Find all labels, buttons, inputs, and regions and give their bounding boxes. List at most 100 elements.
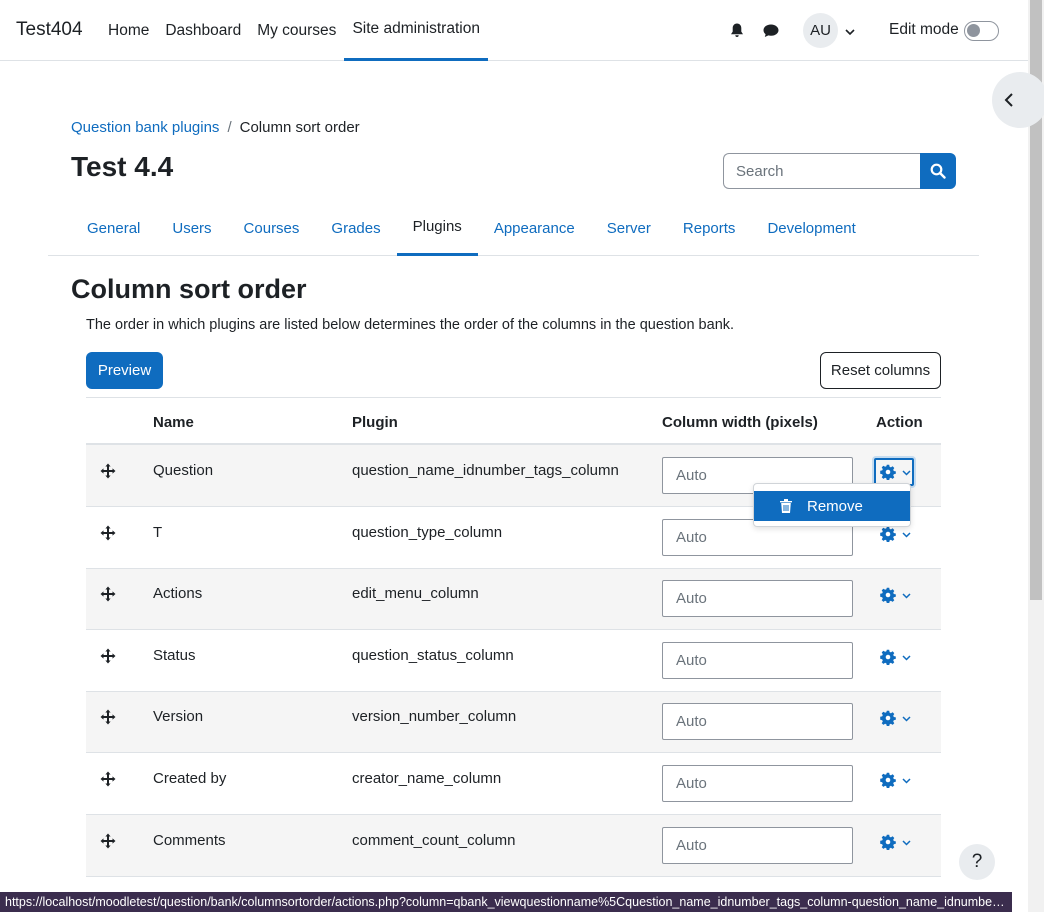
nav-site-administration[interactable]: Site administration <box>344 0 488 61</box>
notifications-bell-icon[interactable] <box>729 0 745 61</box>
breadcrumb-link[interactable]: Question bank plugins <box>71 119 219 136</box>
move-handle-icon[interactable] <box>100 463 116 483</box>
row-plugin: edit_menu_column <box>352 585 479 602</box>
move-handle-icon[interactable] <box>100 833 116 853</box>
section-description: The order in which plugins are listed be… <box>86 317 735 333</box>
header-column-width: Column width (pixels) <box>662 414 818 431</box>
gear-icon <box>880 710 896 726</box>
chevron-down-icon <box>902 777 911 784</box>
tab-reports[interactable]: Reports <box>667 200 752 256</box>
gear-icon <box>880 464 896 480</box>
tab-server[interactable]: Server <box>591 200 667 256</box>
row-action-cell <box>874 828 914 856</box>
breadcrumb-separator: / <box>227 119 232 136</box>
gear-icon <box>880 587 896 603</box>
tab-plugins[interactable]: Plugins <box>396 200 478 256</box>
edit-mode-toggle[interactable] <box>964 21 999 41</box>
action-menu-button[interactable] <box>874 458 914 486</box>
chevron-down-icon <box>902 839 911 846</box>
column-width-input[interactable] <box>662 580 853 617</box>
row-width-cell <box>662 765 853 802</box>
row-plugin: version_number_column <box>352 708 517 725</box>
search-input[interactable] <box>723 153 920 189</box>
remove-menu-item[interactable]: Remove <box>754 491 910 521</box>
action-menu-button[interactable] <box>874 643 914 671</box>
move-handle-icon[interactable] <box>100 709 116 729</box>
tab-users[interactable]: Users <box>156 200 227 256</box>
admin-search <box>723 153 956 189</box>
help-button[interactable]: ? <box>959 844 995 880</box>
row-name: Question <box>153 462 214 479</box>
gear-icon <box>880 834 896 850</box>
user-avatar[interactable]: AU <box>803 13 838 48</box>
messages-chat-icon[interactable] <box>762 0 780 61</box>
row-action-cell <box>874 458 914 486</box>
column-width-input[interactable] <box>662 765 853 802</box>
chevron-down-icon <box>902 715 911 722</box>
browser-status-url: https://localhost/moodletest/question/ba… <box>0 892 1012 912</box>
row-width-cell <box>662 703 853 740</box>
row-name: Comments <box>153 832 226 849</box>
chevron-down-icon[interactable] <box>845 23 855 40</box>
row-name: Actions <box>153 585 203 602</box>
preview-button[interactable]: Preview <box>86 352 163 389</box>
column-width-input[interactable] <box>662 827 853 864</box>
remove-label: Remove <box>807 497 863 515</box>
chevron-down-icon <box>902 469 911 476</box>
row-width-cell <box>662 642 853 679</box>
row-name: Version <box>153 708 204 725</box>
site-brand[interactable]: Test404 <box>16 19 83 41</box>
chevron-left-icon <box>1004 93 1013 107</box>
tab-grades[interactable]: Grades <box>315 200 396 256</box>
nav-dashboard[interactable]: Dashboard <box>157 0 249 61</box>
tab-development[interactable]: Development <box>751 200 871 256</box>
row-action-cell <box>874 704 914 732</box>
block-drawer-toggle[interactable] <box>992 72 1044 128</box>
move-handle-icon[interactable] <box>100 771 116 791</box>
gear-icon <box>880 772 896 788</box>
row-action-cell <box>874 643 914 671</box>
chevron-down-icon <box>902 531 911 538</box>
row-width-cell <box>662 827 853 864</box>
table-row: Actions edit_menu_column <box>86 569 941 630</box>
page-scrollbar[interactable] <box>1028 0 1044 912</box>
toggle-knob <box>967 24 980 37</box>
column-width-input[interactable] <box>662 642 853 679</box>
table-row: Created by creator_name_column <box>86 753 941 815</box>
primary-navigation: Home Dashboard My courses Site administr… <box>100 0 488 61</box>
gear-icon <box>880 649 896 665</box>
chevron-down-icon <box>902 592 911 599</box>
tab-courses[interactable]: Courses <box>228 200 316 256</box>
row-action-cell <box>874 581 914 609</box>
row-plugin: comment_count_column <box>352 832 516 849</box>
nav-my-courses[interactable]: My courses <box>249 0 344 61</box>
gear-icon <box>880 526 896 542</box>
table-row: Status question_status_column <box>86 630 941 692</box>
action-menu-button[interactable] <box>874 766 914 794</box>
move-handle-icon[interactable] <box>100 525 116 545</box>
reset-columns-button[interactable]: Reset columns <box>820 352 941 389</box>
chevron-down-icon <box>902 654 911 661</box>
page-title: Test 4.4 <box>71 151 174 182</box>
edit-mode-label: Edit mode <box>889 21 959 38</box>
tab-appearance[interactable]: Appearance <box>478 200 591 256</box>
tab-general[interactable]: General <box>71 200 156 256</box>
column-sort-table: Name Plugin Column width (pixels) Action… <box>86 397 941 877</box>
trash-icon <box>780 499 792 513</box>
row-name: T <box>153 524 163 541</box>
header-plugin: Plugin <box>352 414 398 431</box>
action-menu-button[interactable] <box>874 828 914 856</box>
action-menu-button[interactable] <box>874 704 914 732</box>
move-handle-icon[interactable] <box>100 586 116 606</box>
nav-home[interactable]: Home <box>100 0 157 61</box>
row-name: Created by <box>153 770 227 787</box>
column-width-input[interactable] <box>662 703 853 740</box>
table-row: Version version_number_column <box>86 692 941 753</box>
row-plugin: creator_name_column <box>352 770 502 787</box>
action-menu-button[interactable] <box>874 581 914 609</box>
row-plugin: question_status_column <box>352 647 514 664</box>
row-action-cell <box>874 766 914 794</box>
move-handle-icon[interactable] <box>100 648 116 668</box>
search-button[interactable] <box>920 153 956 189</box>
section-title: Column sort order <box>71 274 307 304</box>
